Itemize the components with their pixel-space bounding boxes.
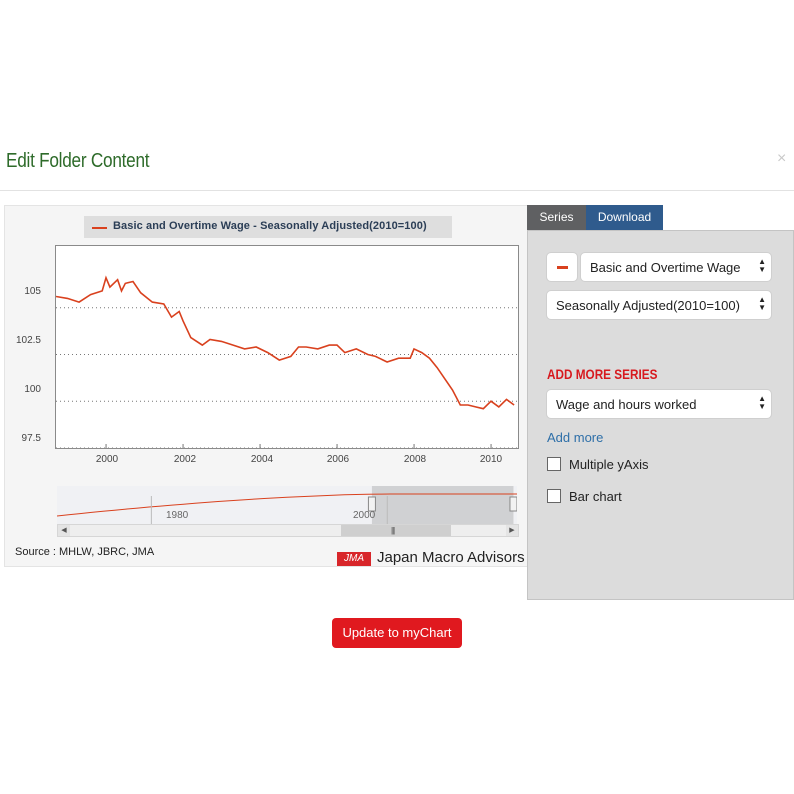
- plot-area: [55, 245, 519, 449]
- series-tab-content: Basic and Overtime Wage ▲ ▼ Seasonally Ad…: [527, 230, 794, 600]
- bar-chart-label: Bar chart: [569, 489, 622, 504]
- up-down-arrows-icon: ▲ ▼: [758, 295, 766, 312]
- adjustment-select-value: Seasonally Adjusted(2010=100): [556, 298, 740, 313]
- scroll-thumb[interactable]: |||: [341, 525, 451, 536]
- close-icon[interactable]: ×: [777, 150, 786, 168]
- tab-download[interactable]: Download: [586, 205, 663, 230]
- y-tick-label: 105: [24, 286, 41, 297]
- header-divider: [0, 190, 794, 191]
- up-down-arrows-icon: ▲ ▼: [758, 257, 766, 274]
- navigator-selection[interactable]: [371, 486, 514, 524]
- legend-line-swatch: [92, 227, 107, 229]
- multiple-yaxis-checkbox[interactable]: [547, 457, 561, 471]
- remove-series-button[interactable]: [546, 252, 578, 282]
- scroll-left-arrow-icon[interactable]: ◀: [58, 525, 70, 536]
- series-line[interactable]: [56, 275, 515, 410]
- navigator-handle[interactable]: [509, 496, 517, 512]
- y-tick-label: 97.5: [21, 433, 41, 444]
- chart-legend[interactable]: Basic and Overtime Wage - Seasonally Adj…: [84, 216, 452, 238]
- minus-icon: [557, 266, 568, 269]
- navigator-label: 1980: [166, 510, 189, 521]
- jma-logo-badge: JMA: [337, 552, 371, 566]
- add-series-select[interactable]: Wage and hours worked ▲ ▼: [546, 389, 772, 419]
- tab-series[interactable]: Series: [527, 205, 586, 230]
- adjustment-select[interactable]: Seasonally Adjusted(2010=100) ▲ ▼: [546, 290, 772, 320]
- bar-chart-checkbox[interactable]: [547, 489, 561, 503]
- jma-logo-text: Japan Macro Advisors: [377, 549, 525, 566]
- x-tick-label: 2008: [403, 454, 427, 465]
- grip-icon: |||: [391, 526, 395, 535]
- modal-title: Edit Folder Content: [6, 150, 150, 172]
- add-series-select-value: Wage and hours worked: [556, 397, 697, 412]
- x-tick-label: 2000: [95, 454, 119, 465]
- line-chart: [56, 275, 518, 448]
- scroll-right-arrow-icon[interactable]: ▶: [506, 525, 518, 536]
- navigator-series: [57, 486, 517, 524]
- x-tick-label: 2010: [479, 454, 503, 465]
- y-tick-label: 102.5: [15, 335, 41, 346]
- legend-label: Basic and Overtime Wage - Seasonally Adj…: [113, 220, 427, 232]
- multiple-yaxis-label: Multiple yAxis: [569, 457, 649, 472]
- add-more-link[interactable]: Add more: [547, 430, 603, 445]
- series-side-panel: Series Download Basic and Overtime Wage …: [527, 205, 794, 600]
- x-tick-label: 2006: [326, 454, 350, 465]
- navigator-label: 2000: [353, 510, 376, 521]
- source-note: Source : MHLW, JBRC, JMA: [15, 546, 155, 558]
- x-tick-label: 2002: [173, 454, 197, 465]
- add-more-series-heading: ADD MORE SERIES: [547, 366, 658, 382]
- range-navigator[interactable]: 1980 2000: [57, 486, 517, 524]
- up-down-arrows-icon: ▲ ▼: [758, 394, 766, 411]
- x-tick-label: 2004: [250, 454, 274, 465]
- navigator-handle[interactable]: [367, 496, 376, 512]
- series-select[interactable]: Basic and Overtime Wage ▲ ▼: [580, 252, 772, 282]
- update-mychart-button[interactable]: Update to myChart: [332, 618, 462, 648]
- series-select-value: Basic and Overtime Wage: [590, 260, 741, 275]
- y-tick-label: 100: [24, 384, 41, 395]
- range-scrollbar[interactable]: ◀ ||| ▶: [57, 524, 519, 537]
- chart-panel: Basic and Overtime Wage - Seasonally Adj…: [4, 205, 530, 567]
